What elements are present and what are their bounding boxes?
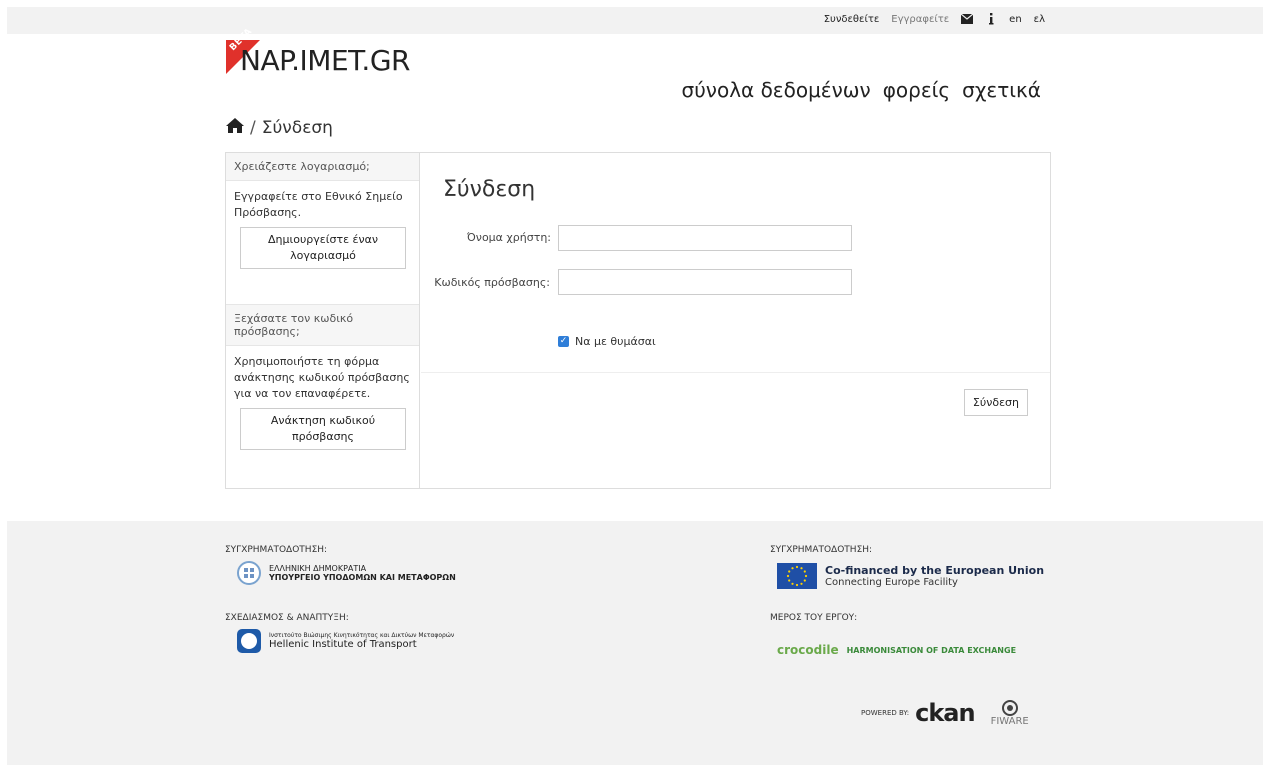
top-bar: Συνδεθείτε Εγγραφείτε en ελ xyxy=(7,7,1263,34)
remember-label: Να με θυμάσαι xyxy=(575,335,656,348)
fiware-logo[interactable]: FIWARE xyxy=(990,699,1029,727)
register-link[interactable]: Εγγραφείτε xyxy=(891,14,949,25)
login-form: Σύνδεση Όνομα χρήστη: Κωδικός πρόσβασης:… xyxy=(421,153,1050,488)
ministry-line1: ΕΛΛΗΝΙΚΗ ΔΗΜΟΚΡΑΤΙΑ xyxy=(269,564,367,573)
lang-en-link[interactable]: en xyxy=(1009,14,1022,25)
recover-password-button[interactable]: Ανάκτηση κωδικού πρόσβασης xyxy=(240,408,406,450)
forgot-heading: Ξεχάσατε τον κωδικό πρόσβασης; xyxy=(226,305,419,346)
username-input[interactable] xyxy=(558,225,852,251)
eu-line2: Connecting Europe Facility xyxy=(825,577,958,588)
info-icon[interactable] xyxy=(985,13,997,25)
design-label: ΣΧΕΔΙΑΣΜΟΣ & ΑΝΑΠΤΥΞΗ: xyxy=(225,613,349,623)
fiware-text: FIWARE xyxy=(990,715,1029,727)
eu-line1: Co-financed by the European Union xyxy=(825,564,1045,577)
cofund-label-left: ΣΥΓΧΡΗΜΑΤΟΔΟΤΗΣΗ: xyxy=(225,545,328,555)
hit-logo[interactable]: Ινστιτούτο Βιώσιμης Κινητικότητας και Δι… xyxy=(237,629,454,653)
nav-datasets[interactable]: σύνολα δεδομένων xyxy=(682,78,871,102)
hit-line2: Hellenic Institute of Transport xyxy=(269,639,417,650)
account-heading: Χρειάζεστε λογαριασμό; xyxy=(226,153,419,181)
logo-text: NAP.IMET.GR xyxy=(240,44,410,77)
login-link[interactable]: Συνδεθείτε xyxy=(824,14,880,25)
powered-by: POWERED BY: ckan FIWARE xyxy=(861,699,1029,727)
lang-el-link[interactable]: ελ xyxy=(1034,14,1045,25)
account-links: Συνδεθείτε Εγγραφείτε en ελ xyxy=(824,13,1045,25)
forgot-section: Ξεχάσατε τον κωδικό πρόσβασης; Χρησιμοπο… xyxy=(226,304,419,458)
greek-seal-icon xyxy=(237,561,261,585)
hit-icon xyxy=(237,629,261,653)
password-label: Κωδικός πρόσβασης: xyxy=(434,276,550,289)
crocodile-name: crocodile xyxy=(777,643,839,657)
forgot-text: Χρησιμοποιήστε τη φόρμα ανάκτησης κωδικο… xyxy=(226,346,419,458)
create-account-button[interactable]: Δημιουργείστε έναν λογαριασμό xyxy=(240,227,406,269)
login-sidebar: Χρειάζεστε λογαριασμό; Εγγραφείτε στο Εθ… xyxy=(226,153,420,488)
fiware-icon xyxy=(1001,699,1018,716)
main-nav: σύνολα δεδομένων φορείς σχετικά xyxy=(682,78,1041,102)
nav-about[interactable]: σχετικά xyxy=(962,78,1041,102)
password-input[interactable] xyxy=(558,269,852,295)
crocodile-logo[interactable]: crocodile HARMONISATION OF DATA EXCHANGE xyxy=(777,643,1016,657)
cofund-label-right: ΣΥΓΧΡΗΜΑΤΟΔΟΤΗΣΗ: xyxy=(770,545,873,555)
account-description: Εγγραφείτε στο Εθνικό Σημείο Πρόσβασης. xyxy=(234,190,403,219)
eu-flag-icon xyxy=(777,563,817,589)
envelope-icon[interactable] xyxy=(961,13,974,25)
breadcrumb-current: Σύνδεση xyxy=(261,118,333,138)
login-panel: Χρειάζεστε λογαριασμό; Εγγραφείτε στο Εθ… xyxy=(225,152,1051,489)
crocodile-subtitle: HARMONISATION OF DATA EXCHANGE xyxy=(846,645,1017,655)
site-footer: ΣΥΓΧΡΗΜΑΤΟΔΟΤΗΣΗ: ΕΛΛΗΝΙΚΗ ΔΗΜΟΚΡΑΤΙΑ ΥΠ… xyxy=(7,521,1263,765)
site-logo[interactable]: BETA NAP.IMET.GR xyxy=(226,27,410,80)
forgot-description: Χρησιμοποιήστε τη φόρμα ανάκτησης κωδικο… xyxy=(234,355,410,400)
form-title: Σύνδεση xyxy=(443,177,536,202)
account-text: Εγγραφείτε στο Εθνικό Σημείο Πρόσβασης. … xyxy=(226,181,419,277)
hit-line1: Ινστιτούτο Βιώσιμης Κινητικότητας και Δι… xyxy=(269,632,455,639)
eu-logo[interactable]: Co-financed by the European Union Connec… xyxy=(777,563,1044,589)
ministry-logo[interactable]: ΕΛΛΗΝΙΚΗ ΔΗΜΟΚΡΑΤΙΑ ΥΠΟΥΡΓΕΙΟ ΥΠΟΔΟΜΩΝ Κ… xyxy=(237,561,456,585)
ckan-logo[interactable]: ckan xyxy=(915,699,975,727)
nav-organizations[interactable]: φορείς xyxy=(883,78,950,102)
part-label: ΜΕΡΟΣ ΤΟΥ ΕΡΓΟΥ: xyxy=(770,613,858,623)
login-submit-button[interactable]: Σύνδεση xyxy=(963,389,1028,416)
powered-by-label: POWERED BY: xyxy=(861,709,910,717)
remember-me[interactable]: ✓ Να με θυμάσαι xyxy=(558,335,656,348)
ministry-line2: ΥΠΟΥΡΓΕΙΟ ΥΠΟΔΟΜΩΝ ΚΑΙ ΜΕΤΑΦΟΡΩΝ xyxy=(269,573,456,582)
remember-checkbox[interactable]: ✓ xyxy=(558,336,569,347)
breadcrumb-separator: / xyxy=(250,118,256,138)
breadcrumb: / Σύνδεση xyxy=(226,118,333,138)
username-label: Όνομα χρήστη: xyxy=(466,231,551,244)
home-icon[interactable] xyxy=(226,118,244,138)
form-actions: Σύνδεση xyxy=(421,372,1050,488)
